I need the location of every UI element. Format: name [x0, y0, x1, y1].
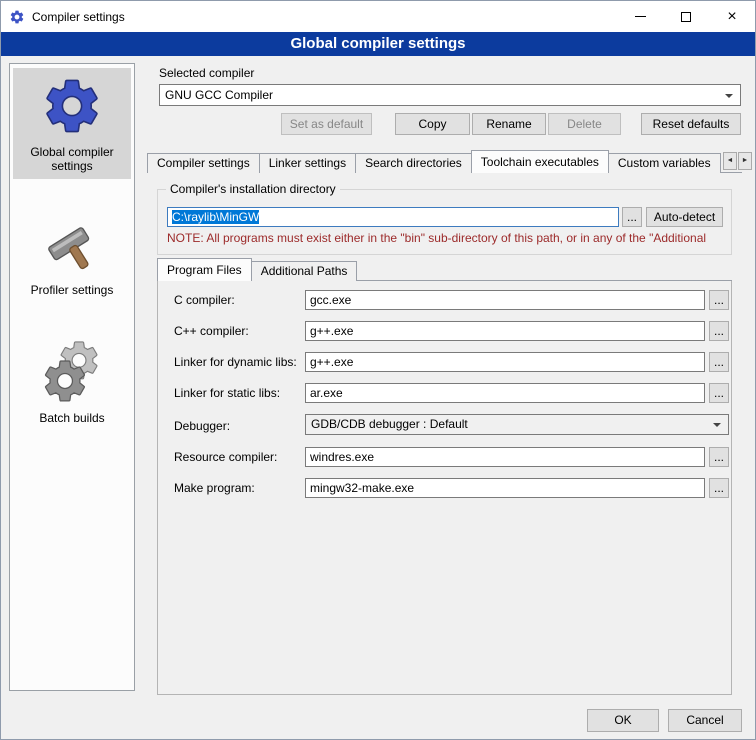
selected-compiler-value: GNU GCC Compiler [165, 88, 273, 102]
debugger-value: GDB/CDB debugger : Default [311, 417, 468, 431]
tab-search-directories[interactable]: Search directories [355, 153, 472, 173]
c-compiler-browse-button[interactable]: ... [709, 290, 729, 310]
static-linker-label: Linker for static libs: [174, 383, 280, 403]
tab-linker-settings[interactable]: Linker settings [259, 153, 356, 173]
make-program-input[interactable]: mingw32-make.exe [305, 478, 705, 498]
resource-compiler-browse-button[interactable]: ... [709, 447, 729, 467]
sidebar-item-label: Batch builds [13, 411, 131, 431]
installation-directory-input[interactable]: C:\raylib\MinGW [167, 207, 619, 227]
tab-toolchain-executables[interactable]: Toolchain executables [471, 150, 609, 173]
make-program-label: Make program: [174, 478, 255, 498]
set-as-default-button[interactable]: Set as default [281, 113, 372, 135]
maximize-icon [681, 12, 691, 22]
dynamic-linker-input[interactable]: g++.exe [305, 352, 705, 372]
selected-compiler-dropdown[interactable]: GNU GCC Compiler [159, 84, 741, 106]
copy-button[interactable]: Copy [395, 113, 470, 135]
program-files-tabs: Program Files Additional Paths [157, 258, 457, 281]
resource-compiler-input[interactable]: windres.exe [305, 447, 705, 467]
tab-program-files[interactable]: Program Files [157, 258, 252, 281]
maximize-button[interactable] [663, 1, 709, 32]
app-gear-icon [9, 9, 25, 25]
cpp-compiler-browse-button[interactable]: ... [709, 321, 729, 341]
reset-defaults-button[interactable]: Reset defaults [641, 113, 741, 135]
resource-compiler-label: Resource compiler: [174, 447, 277, 467]
make-program-value: mingw32-make.exe [310, 481, 414, 495]
tab-scroll-left-button[interactable]: ◄ [723, 152, 737, 170]
close-icon: × [727, 9, 736, 25]
c-compiler-value: gcc.exe [310, 293, 351, 307]
close-button[interactable]: × [709, 1, 755, 32]
installation-directory-note: NOTE: All programs must exist either in … [167, 231, 727, 245]
window-controls: × [617, 1, 755, 32]
chevron-down-icon [713, 423, 721, 427]
delete-button[interactable]: Delete [548, 113, 621, 135]
cpp-compiler-value: g++.exe [310, 324, 353, 338]
sidebar-item-batch-builds[interactable]: Batch builds [13, 334, 131, 431]
rename-button[interactable]: Rename [472, 113, 546, 135]
window-title: Compiler settings [32, 10, 125, 24]
cpp-compiler-label: C++ compiler: [174, 321, 249, 341]
resource-compiler-value: windres.exe [310, 450, 374, 464]
c-compiler-label: C compiler: [174, 290, 235, 310]
static-linker-value: ar.exe [310, 386, 343, 400]
ok-button[interactable]: OK [587, 709, 659, 732]
sidebar-item-label: Global compiler settings [13, 145, 131, 179]
static-linker-browse-button[interactable]: ... [709, 383, 729, 403]
installation-directory-value: C:\raylib\MinGW [172, 210, 259, 224]
dynamic-linker-value: g++.exe [310, 355, 353, 369]
program-files-panel: C compiler: gcc.exe ... C++ compiler: g+… [157, 280, 732, 695]
gear-icon [40, 74, 104, 138]
auto-detect-button[interactable]: Auto-detect [646, 207, 723, 227]
debugger-dropdown[interactable]: GDB/CDB debugger : Default [305, 414, 729, 435]
dynamic-linker-label: Linker for dynamic libs: [174, 352, 297, 372]
titlebar: Compiler settings × [1, 1, 755, 32]
installation-directory-group-title: Compiler's installation directory [166, 182, 340, 196]
batch-gears-icon [40, 340, 104, 404]
minimize-button[interactable] [617, 1, 663, 32]
chevron-down-icon [725, 94, 733, 98]
installation-directory-browse-button[interactable]: ... [622, 207, 642, 227]
tab-compiler-settings[interactable]: Compiler settings [147, 153, 260, 173]
sidebar-item-global-compiler-settings[interactable]: Global compiler settings [13, 68, 131, 179]
cancel-button[interactable]: Cancel [668, 709, 742, 732]
static-linker-input[interactable]: ar.exe [305, 383, 705, 403]
cpp-compiler-input[interactable]: g++.exe [305, 321, 705, 341]
minimize-icon [635, 16, 646, 17]
selected-compiler-label: Selected compiler [159, 66, 254, 80]
dynamic-linker-browse-button[interactable]: ... [709, 352, 729, 372]
c-compiler-input[interactable]: gcc.exe [305, 290, 705, 310]
sidebar-item-profiler-settings[interactable]: Profiler settings [13, 206, 131, 303]
tab-scroll-right-button[interactable]: ► [738, 152, 752, 170]
compiler-settings-window: Compiler settings × Global compiler sett… [0, 0, 756, 740]
profiler-hammer-icon [40, 212, 104, 276]
tab-additional-paths[interactable]: Additional Paths [251, 261, 358, 281]
dialog-header: Global compiler settings [1, 32, 755, 56]
settings-category-list: Global compiler settings Profiler settin… [9, 63, 135, 691]
sidebar-item-label: Profiler settings [13, 283, 131, 303]
tab-custom-variables[interactable]: Custom variables [608, 153, 721, 173]
make-program-browse-button[interactable]: ... [709, 478, 729, 498]
compiler-tabs: Compiler settings Linker settings Search… [147, 149, 721, 173]
tab-build-options[interactable]: Buil [720, 153, 721, 173]
debugger-label: Debugger: [174, 416, 230, 436]
